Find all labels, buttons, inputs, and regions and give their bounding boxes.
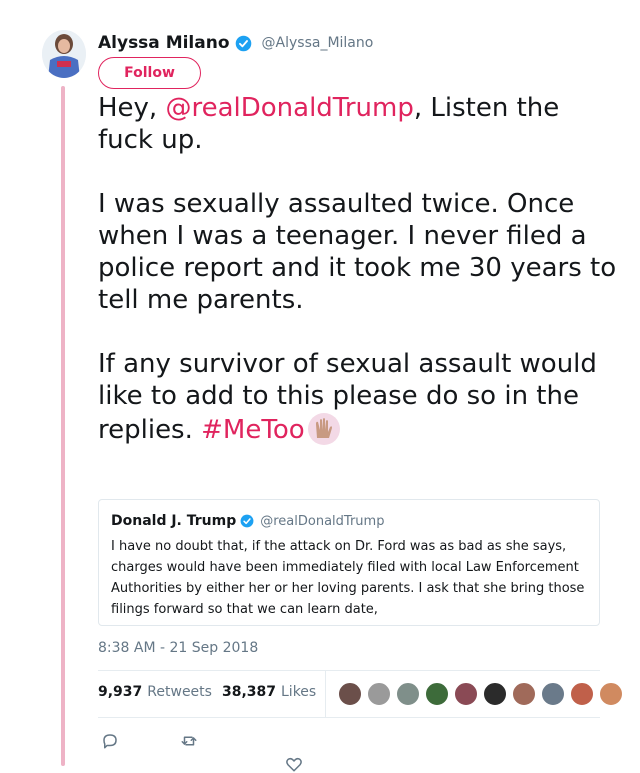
likes-label[interactable]: Likes (281, 684, 316, 700)
quoted-tweet-header: Donald J. Trump @realDonaldTrump (111, 513, 384, 529)
raised-hands-icon (307, 413, 340, 445)
mention-link[interactable]: @realDonaldTrump (165, 93, 413, 123)
retweet-icon[interactable] (180, 732, 198, 750)
liker-avatar[interactable] (396, 682, 420, 706)
tweet-stats: 9,937 Retweets 38,387 Likes (98, 684, 326, 700)
tweet-text-part1: Hey, (98, 93, 166, 123)
liker-avatar[interactable] (512, 682, 536, 706)
retweets-count[interactable]: 9,937 (98, 684, 142, 700)
likes-count[interactable]: 38,387 (222, 684, 276, 700)
stats-divider-vertical (325, 671, 326, 717)
thread-line (61, 86, 65, 766)
stats-divider-top (98, 670, 600, 671)
quoted-author-name: Donald J. Trump (111, 513, 237, 529)
hashtag-link[interactable]: #MeToo (201, 415, 305, 445)
stats-divider-bottom (98, 717, 600, 718)
author-handle[interactable]: @Alyssa_Milano (262, 35, 374, 51)
tweet-text-part2: , Listen the fuck up. I was sexually ass… (98, 93, 617, 445)
tweet-timestamp[interactable]: 8:38 AM - 21 Sep 2018 (98, 640, 258, 656)
quoted-tweet-card[interactable]: Donald J. Trump @realDonaldTrump I have … (98, 499, 600, 626)
liker-avatar[interactable] (425, 682, 449, 706)
liker-avatar[interactable] (483, 682, 507, 706)
reply-icon[interactable] (101, 732, 119, 750)
retweets-label[interactable]: Retweets (147, 684, 212, 700)
liker-avatar[interactable] (338, 682, 362, 706)
liker-avatar[interactable] (599, 682, 623, 706)
liker-avatar[interactable] (454, 682, 478, 706)
author-row: Alyssa Milano @Alyssa_Milano (98, 30, 373, 56)
liker-avatar[interactable] (367, 682, 391, 706)
quoted-author-handle: @realDonaldTrump (260, 513, 385, 529)
liker-avatar[interactable] (541, 682, 565, 706)
author-name[interactable]: Alyssa Milano (98, 33, 230, 53)
tweet-text: Hey, @realDonaldTrump, Listen the fuck u… (98, 92, 618, 446)
verified-badge-icon (235, 35, 251, 51)
quoted-verified-badge-icon (240, 514, 254, 528)
liker-avatars (338, 682, 628, 706)
liker-avatar[interactable] (570, 682, 594, 706)
follow-button[interactable]: Follow (98, 57, 201, 89)
avatar-image (42, 30, 86, 78)
like-heart-icon[interactable] (285, 755, 303, 773)
avatar[interactable] (42, 30, 86, 78)
quoted-tweet-text: I have no doubt that, if the attack on D… (111, 539, 585, 617)
